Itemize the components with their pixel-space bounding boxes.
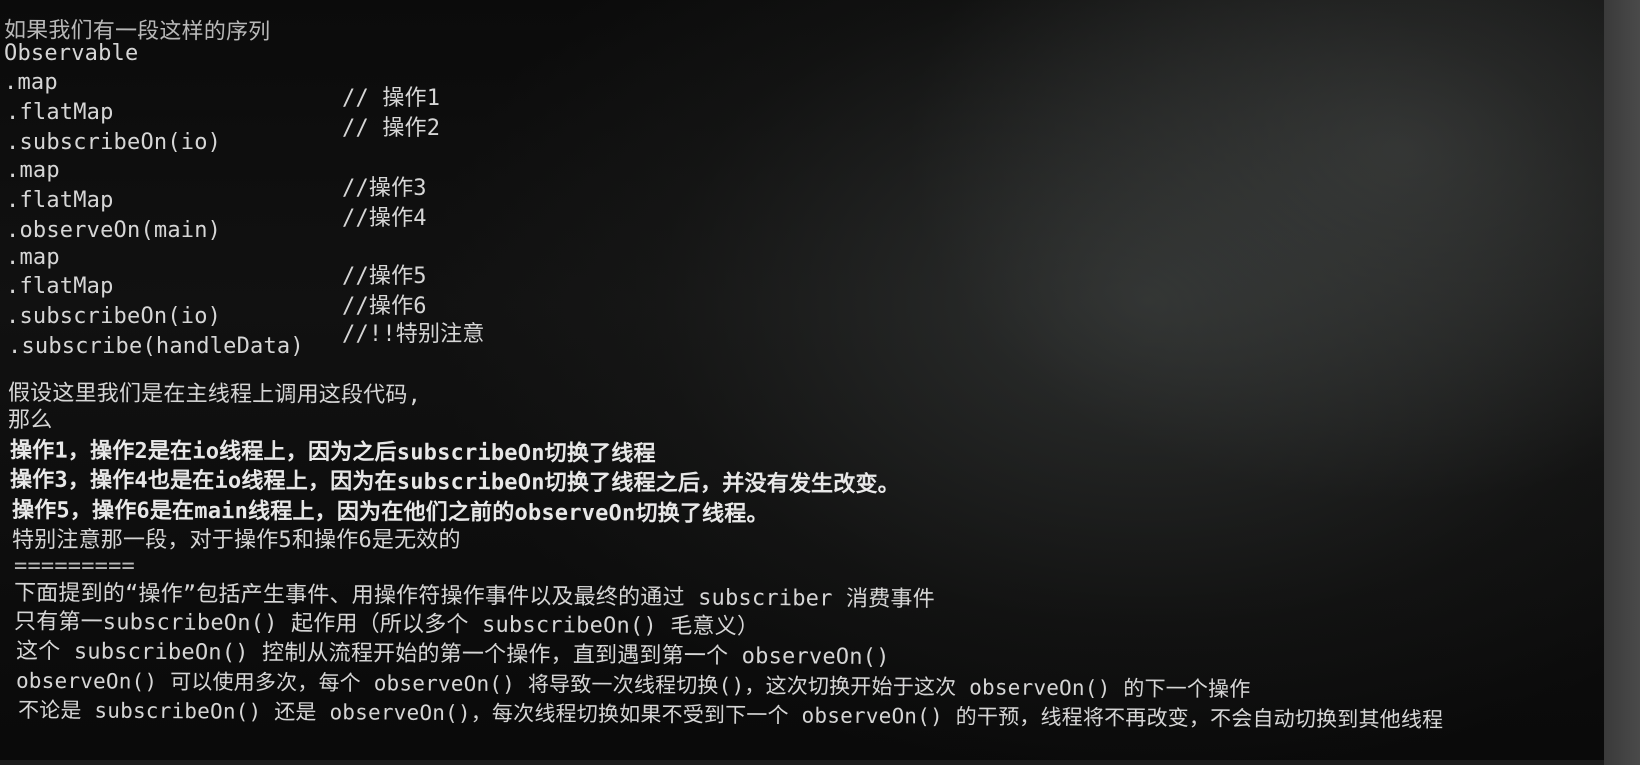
code-flatmap-3: .flatMap [6, 274, 114, 299]
comment-op4: //操作4 [342, 206, 427, 231]
code-subscribeon-io-2: .subscribeOn(io) [6, 304, 222, 329]
rule-line-1: 下面提到的“操作”包括产生事件、用操作符操作事件以及最终的通过 subscrib… [13, 580, 935, 613]
rule-line-2: 只有第一subscribeOn() 起作用（所以多个 subscribeOn()… [13, 609, 760, 640]
monitor-bezel-bottom [0, 760, 1604, 765]
explain-line-6: 特别注意那一段，对于操作5和操作6是无效的 [12, 528, 461, 553]
explain-line-4: 操作3，操作4也是在io线程上，因为在subscribeOn切换了线程之后，并没… [9, 467, 900, 498]
code-map-2: .map [6, 158, 60, 183]
code-observable: Observable [4, 41, 139, 66]
rule-line-5: 不论是 subscribeOn() 还是 observeOn()，每次线程切换如… [17, 698, 1444, 732]
code-map-3: .map [6, 245, 60, 270]
comment-op1: // 操作1 [342, 86, 441, 111]
code-flatmap-2: .flatMap [6, 188, 114, 213]
explain-line-2: 那么 [8, 408, 53, 433]
comment-special-note: //!!特别注意 [342, 322, 485, 347]
code-observeon-main: .observeOn(main) [6, 218, 222, 243]
code-flatmap-1: .flatMap [6, 100, 114, 125]
comment-op5: //操作5 [342, 264, 427, 289]
explain-line-1: 假设这里我们是在主线程上调用这段代码, [7, 380, 422, 409]
monitor-bezel-right [1604, 0, 1640, 765]
code-map-1: .map [4, 70, 58, 95]
code-subscribe-handledata: .subscribe(handleData) [8, 334, 304, 359]
explain-line-3: 操作1，操作2是在io线程上，因为之后subscribeOn切换了线程 [9, 438, 656, 467]
separator: ========= [14, 554, 136, 579]
comment-op2: // 操作2 [342, 116, 441, 141]
rule-line-4: observeOn() 可以使用多次，每个 observeOn() 将导致一次线… [15, 668, 1251, 702]
monitor-screen: 如果我们有一段这样的序列 Observable .map .flatMap .s… [0, 0, 1604, 760]
code-subscribeon-io-1: .subscribeOn(io) [6, 130, 222, 155]
comment-op3: //操作3 [342, 176, 427, 201]
comment-op6: //操作6 [342, 294, 427, 319]
rule-line-3: 这个 subscribeOn() 控制从流程开始的第一个操作，直到遇到第一个 o… [15, 638, 890, 671]
explain-line-5: 操作5，操作6是在main线程上，因为在他们之前的observeOn切换了线程。 [11, 498, 769, 527]
